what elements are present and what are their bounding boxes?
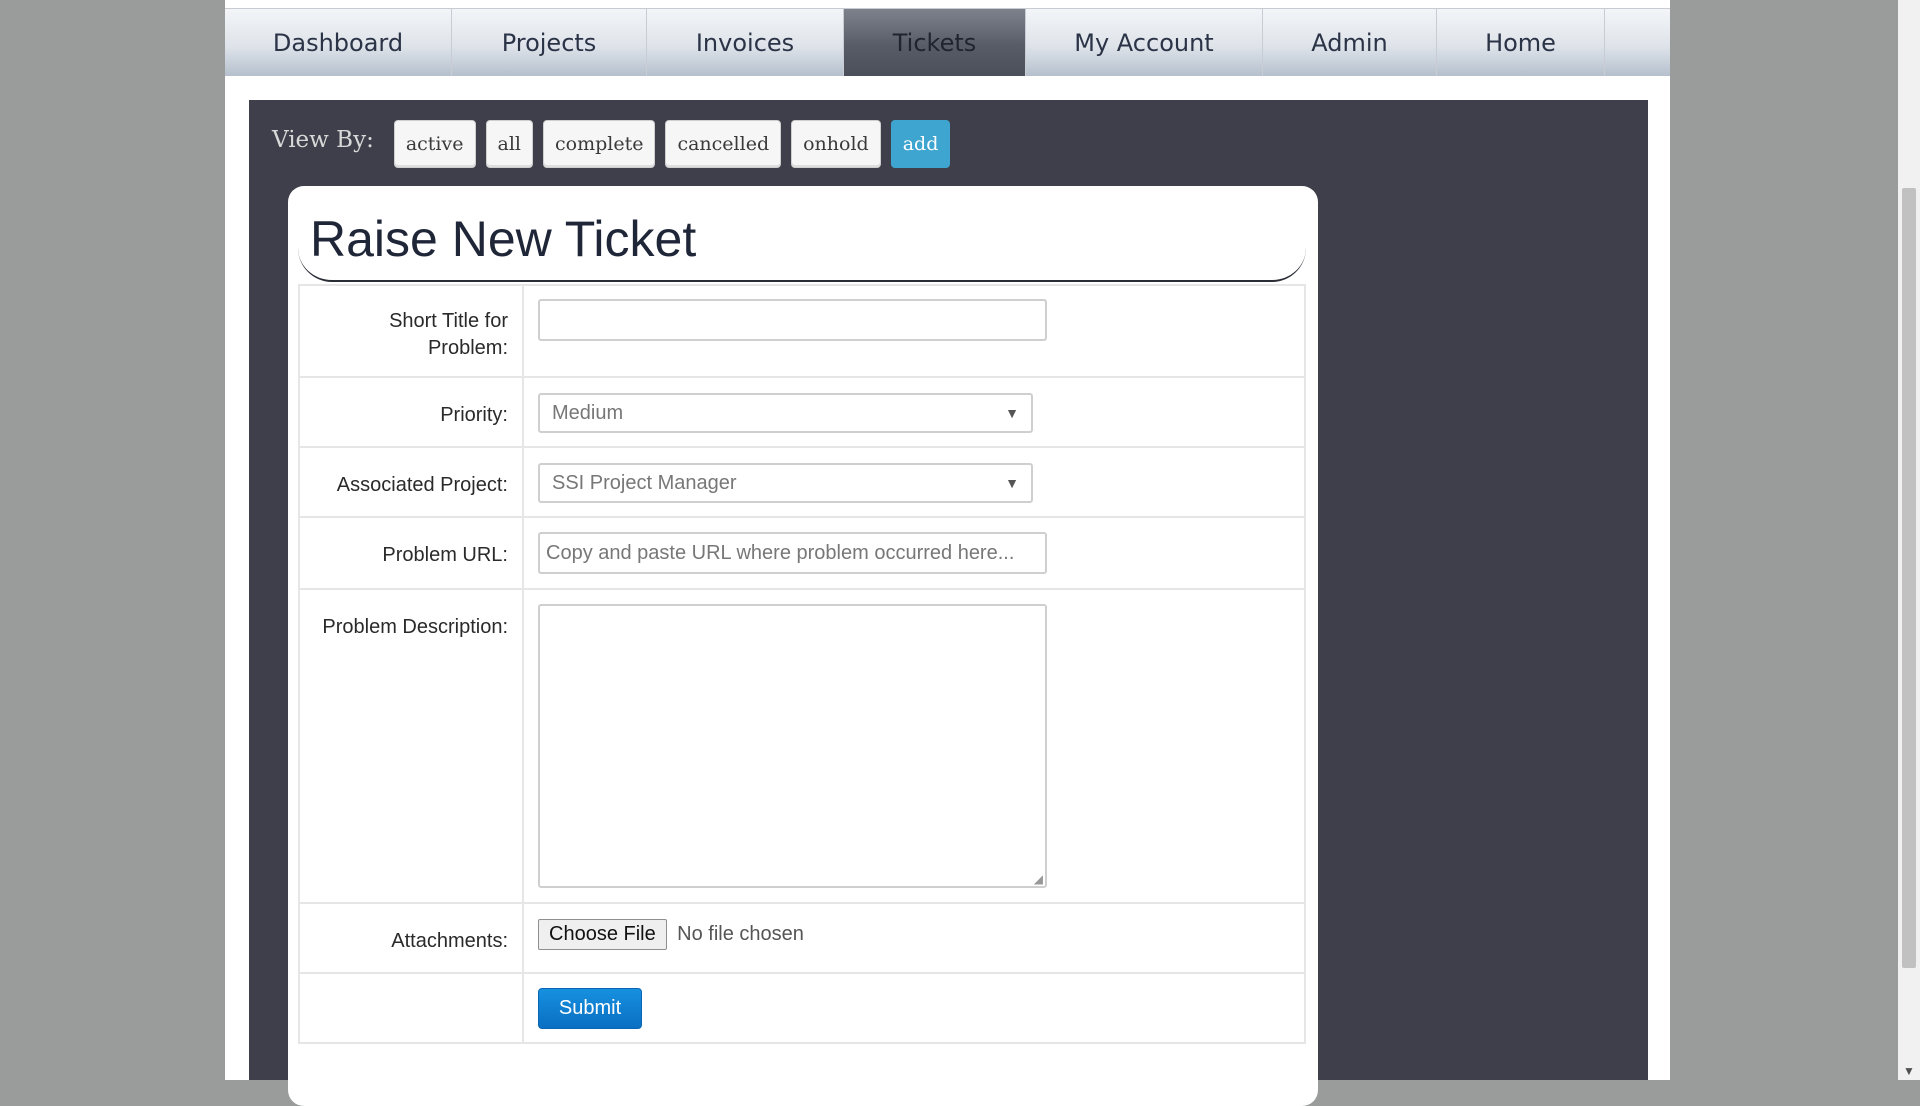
project-label: Associated Project:: [298, 446, 524, 518]
attachments-label: Attachments:: [298, 902, 524, 974]
page-title: Raise New Ticket: [310, 211, 697, 267]
priority-select[interactable]: Medium ▼: [538, 393, 1033, 433]
filter-complete-button[interactable]: complete: [542, 120, 656, 168]
project-select[interactable]: SSI Project Manager ▼: [538, 463, 1033, 503]
view-by-bar: View By: active all complete cancelled o…: [272, 120, 960, 168]
form-row-description: Problem Description: ◢: [298, 588, 1306, 904]
resize-handle-icon[interactable]: ◢: [1034, 872, 1043, 886]
chevron-down-icon: ▼: [1005, 475, 1019, 491]
nav-admin[interactable]: Admin: [1263, 9, 1437, 76]
priority-label: Priority:: [298, 376, 524, 448]
new-ticket-card: Raise New Ticket Short Title for Problem…: [288, 186, 1318, 1106]
url-label: Problem URL:: [298, 516, 524, 590]
choose-file-button[interactable]: Choose File: [538, 919, 667, 950]
description-label: Problem Description:: [298, 588, 524, 904]
card-header: Raise New Ticket: [298, 186, 1306, 282]
filter-cancelled-button[interactable]: cancelled: [665, 120, 782, 168]
nav-home[interactable]: Home: [1437, 9, 1605, 76]
form-row-submit: Submit: [298, 972, 1306, 1044]
page: Dashboard Projects Invoices Tickets My A…: [225, 0, 1670, 1106]
problem-url-input[interactable]: Copy and paste URL where problem occurre…: [538, 532, 1047, 574]
filter-onhold-button[interactable]: onhold: [791, 120, 881, 168]
priority-value: Medium: [552, 401, 624, 424]
page-scrollbar[interactable]: ▼: [1898, 0, 1920, 1080]
scrollbar-thumb[interactable]: [1902, 188, 1916, 968]
form-row-priority: Priority: Medium ▼: [298, 376, 1306, 448]
filter-all-button[interactable]: all: [485, 120, 533, 168]
form-row-title: Short Title for Problem:: [298, 284, 1306, 378]
short-title-input[interactable]: [538, 299, 1047, 341]
ticket-form: Short Title for Problem: Priority: Mediu…: [298, 284, 1306, 1044]
empty-label-cell: [298, 972, 524, 1044]
no-file-text: No file chosen: [677, 923, 804, 945]
form-row-attachments: Attachments: Choose File No file chosen: [298, 902, 1306, 974]
filter-active-button[interactable]: active: [393, 120, 476, 168]
nav-my-account[interactable]: My Account: [1026, 9, 1263, 76]
scroll-down-arrow-icon[interactable]: ▼: [1903, 1064, 1915, 1078]
form-row-project: Associated Project: SSI Project Manager …: [298, 446, 1306, 518]
nav-dashboard[interactable]: Dashboard: [225, 9, 452, 76]
project-value: SSI Project Manager: [552, 471, 737, 494]
view-by-label: View By:: [272, 127, 374, 153]
nav-invoices[interactable]: Invoices: [647, 9, 844, 76]
nav-projects[interactable]: Projects: [452, 9, 647, 76]
submit-button[interactable]: Submit: [538, 988, 642, 1029]
add-ticket-button[interactable]: add: [890, 120, 951, 168]
form-row-url: Problem URL: Copy and paste URL where pr…: [298, 516, 1306, 590]
nav-tickets[interactable]: Tickets: [844, 9, 1026, 76]
problem-description-textarea[interactable]: ◢: [538, 604, 1047, 888]
main-nav: Dashboard Projects Invoices Tickets My A…: [225, 8, 1670, 76]
short-title-label: Short Title for Problem:: [298, 284, 524, 378]
content-panel: View By: active all complete cancelled o…: [249, 100, 1648, 1106]
chevron-down-icon: ▼: [1005, 405, 1019, 421]
